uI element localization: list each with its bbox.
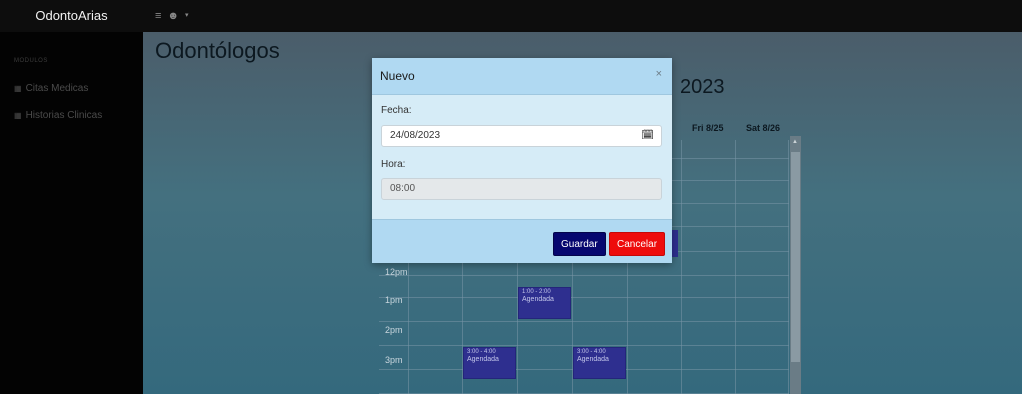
page-title: Odontólogos [155, 38, 280, 63]
menu-icon[interactable]: ≡ [155, 0, 161, 32]
cancel-button[interactable]: Cancelar [609, 232, 666, 256]
sidebar-section-header: MODULOS [14, 58, 48, 64]
scroll-up-icon[interactable]: ▲ [792, 139, 798, 145]
date-value: 24/08/2023 [390, 130, 441, 141]
new-appointment-modal: Nuevo × Fecha: 24/08/2023 🗓 Hora: 08:00 … [372, 58, 672, 263]
event-status: Agendada [577, 355, 609, 363]
calendar-event-partial[interactable] [672, 230, 678, 257]
calendar-event[interactable]: 3:00 - 4:00 Agendada [463, 347, 516, 379]
user-icon[interactable]: ☻ [167, 0, 179, 32]
calendar-title: 2023 [680, 76, 725, 98]
sidebar-item-historias-clinicas[interactable]: ▦ Historias Clinicas [14, 110, 102, 121]
save-button[interactable]: Guardar [553, 232, 606, 256]
date-label: Fecha: [381, 105, 412, 116]
time-label-3pm: 3pm [385, 355, 403, 365]
topbar-icons: ≡ ☻ ▾ [155, 0, 189, 32]
sidebar-item-citas-medicas[interactable]: ▦ Citas Medicas [14, 83, 88, 94]
time-label: Hora: [381, 159, 406, 170]
time-value: 08:00 [390, 183, 416, 194]
sidebar: MODULOS ▦ Citas Medicas ▦ Historias Clin… [0, 32, 143, 394]
date-field[interactable]: 24/08/2023 🗓 [381, 125, 662, 147]
top-navbar: OdontoArias ≡ ☻ ▾ [0, 0, 1022, 32]
event-status: Agendada [522, 295, 554, 303]
time-field: 08:00 [381, 178, 662, 200]
scrollbar-thumb[interactable] [791, 152, 800, 362]
sidebar-item-label: Historias Clinicas [25, 110, 103, 121]
caret-down-icon[interactable]: ▾ [185, 0, 189, 32]
calendar-icon[interactable]: 🗓 [641, 126, 654, 146]
calendar-event[interactable]: 3:00 - 4:00 Agendada [573, 347, 626, 379]
event-status: Agendada [467, 355, 499, 363]
close-icon[interactable]: × [656, 68, 662, 80]
event-time: 3:00 - 4:00 [577, 349, 606, 355]
day-header-sat[interactable]: Sat 8/26 [746, 123, 780, 133]
time-label-12pm: 12pm [385, 267, 408, 277]
grid-icon: ▦ [14, 111, 22, 120]
event-time: 1:00 - 2:00 [522, 289, 551, 295]
modal-header: Nuevo × [372, 58, 672, 95]
day-header-fri[interactable]: Fri 8/25 [692, 123, 724, 133]
modal-title: Nuevo [380, 69, 415, 83]
event-time: 3:00 - 4:00 [467, 349, 496, 355]
calendar-scrollbar[interactable]: ▲ [790, 136, 801, 394]
time-label-2pm: 2pm [385, 325, 403, 335]
sidebar-item-label: Citas Medicas [25, 83, 89, 94]
calendar-event[interactable]: 1:00 - 2:00 Agendada [518, 287, 571, 319]
modal-footer: Guardar Cancelar [372, 219, 672, 263]
time-label-1pm: 1pm [385, 295, 403, 305]
brand-logo[interactable]: OdontoArias [0, 0, 143, 32]
grid-icon: ▦ [14, 84, 22, 93]
